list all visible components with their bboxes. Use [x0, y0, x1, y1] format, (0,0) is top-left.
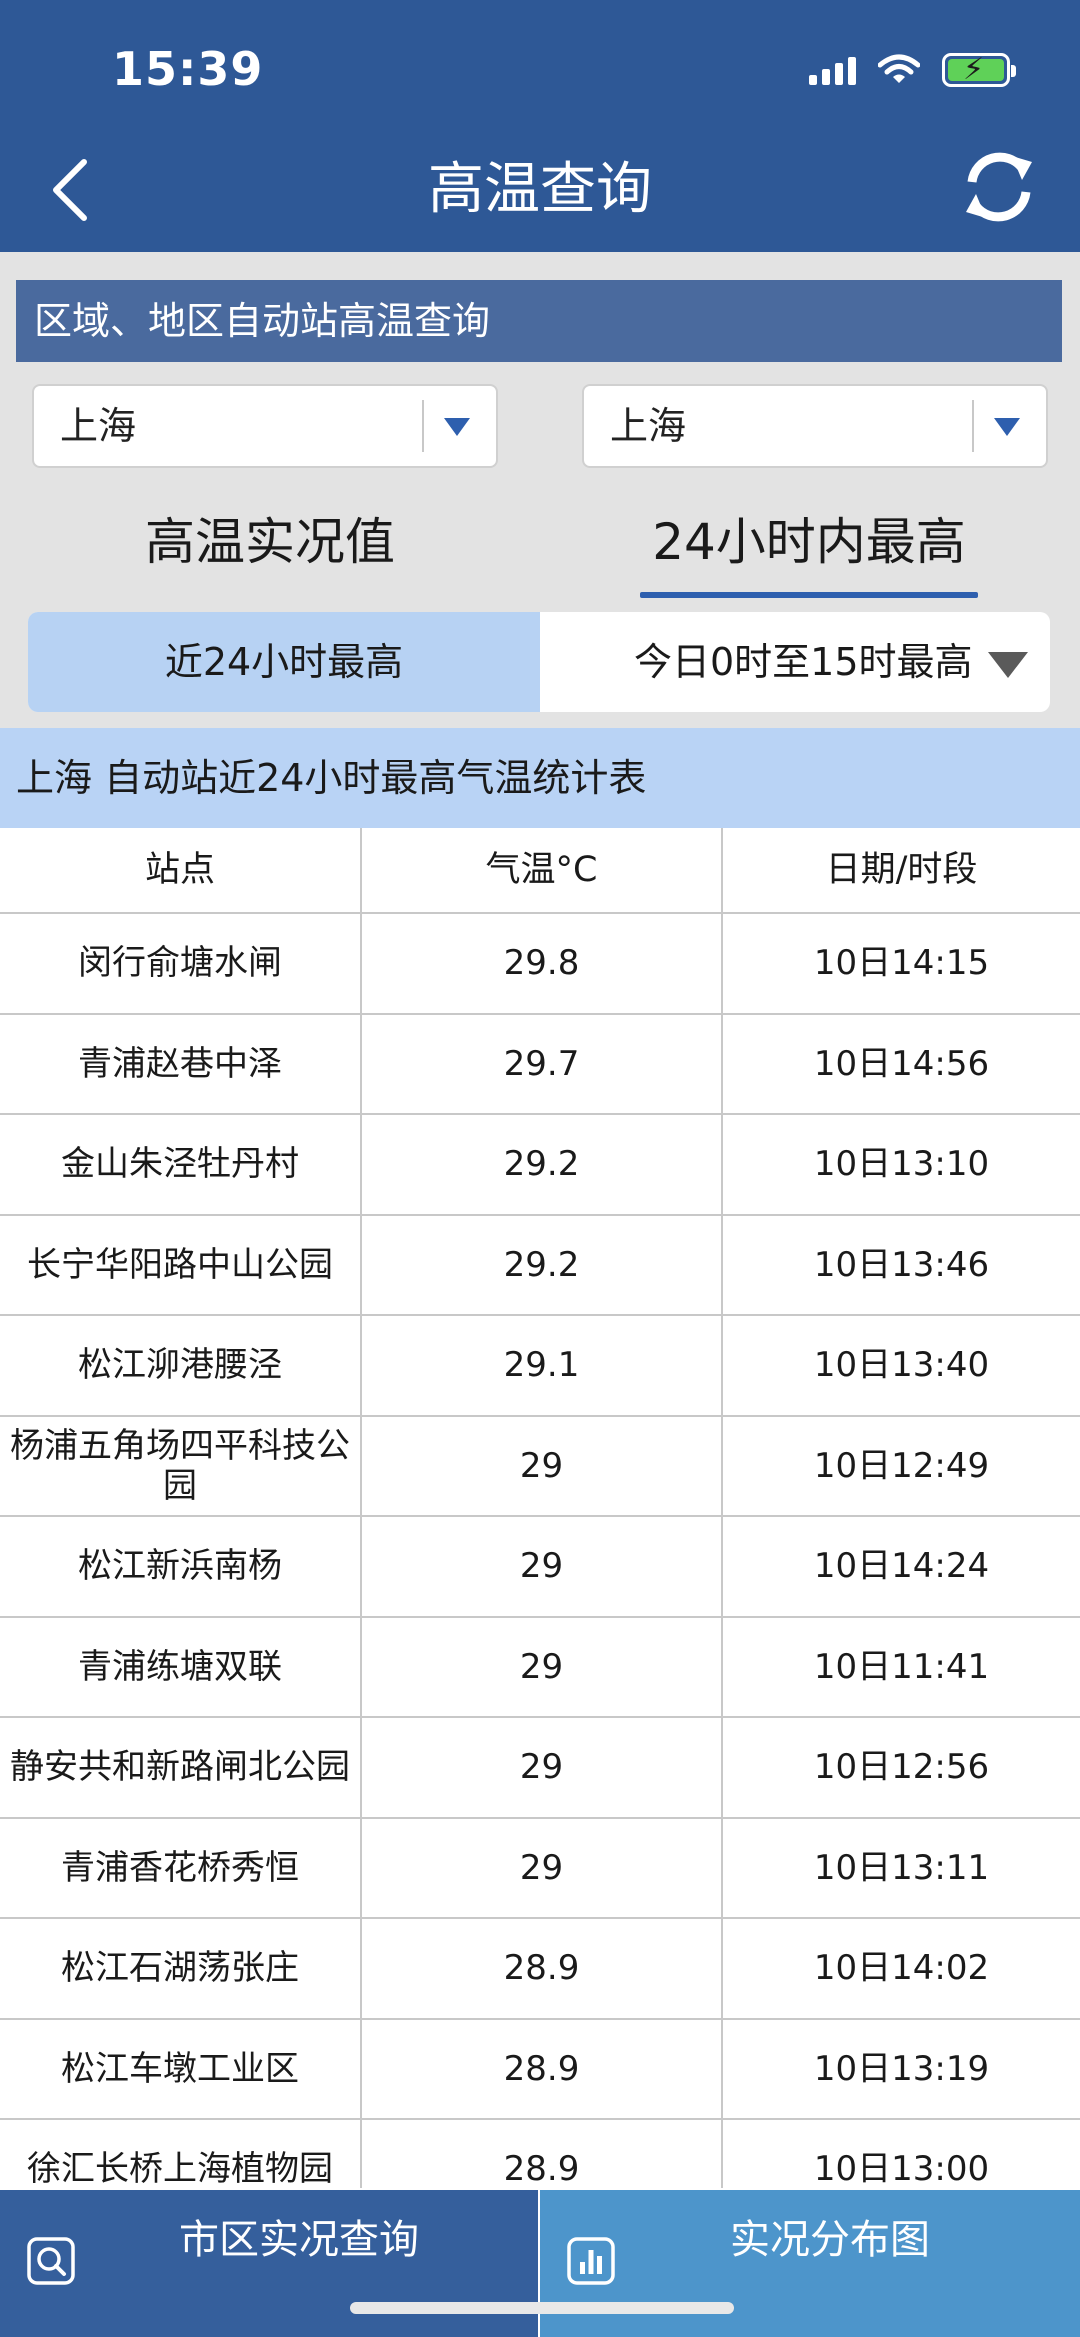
wifi-icon	[878, 54, 920, 83]
table-row[interactable]: 松江新浜南杨 29 10日14:24	[0, 1517, 1080, 1618]
refresh-button[interactable]	[954, 142, 1044, 232]
observation-time: 10日13:19	[813, 2048, 990, 2089]
section-title: 区域、地区自动站高温查询	[16, 280, 1062, 362]
station-name: 松江泖港腰泾	[0, 1316, 362, 1415]
area-select[interactable]: 上海	[582, 384, 1048, 468]
observation-time: 10日13:10	[813, 1144, 990, 1185]
station-name: 青浦练塘双联	[0, 1617, 362, 1716]
segment-today-label: 今日0时至15时最高	[634, 640, 973, 684]
region-select-value: 上海	[60, 404, 137, 448]
temperature-value: 29	[362, 1617, 723, 1716]
observation-time: 10日13:46	[813, 1244, 990, 1285]
page-title: 高温查询	[428, 157, 652, 222]
segment-today[interactable]: 今日0时至15时最高	[540, 612, 1050, 712]
dropdown-arrow-icon	[994, 418, 1020, 436]
bottom-nav: 市区实况查询 实况分布图	[0, 2190, 1080, 2337]
station-name: 杨浦五角场四平科技公园	[0, 1416, 362, 1515]
temperature-value: 29	[362, 1416, 723, 1515]
caret-down-icon	[988, 652, 1028, 678]
observation-time: 10日13:40	[813, 1345, 990, 1386]
active-tab-indicator	[640, 592, 978, 598]
table-row[interactable]: 闵行俞塘水闸 29.8 10日14:15	[0, 914, 1080, 1015]
column-header-station: 站点	[0, 828, 362, 912]
observation-time: 10日14:24	[813, 1546, 990, 1587]
observation-time: 10日12:56	[813, 1747, 990, 1788]
table-row[interactable]: 青浦练塘双联 29 10日11:41	[0, 1617, 1080, 1718]
temperature-value: 29.7	[362, 1014, 723, 1113]
refresh-icon	[966, 152, 1032, 222]
observation-time: 10日12:49	[813, 1445, 990, 1486]
period-segment: 近24小时最高 今日0时至15时最高	[28, 612, 1050, 712]
select-divider	[422, 400, 424, 452]
station-name: 徐汇长桥上海植物园	[0, 2120, 362, 2188]
temperature-value: 29.8	[362, 914, 723, 1013]
cellular-signal-icon	[809, 55, 856, 85]
station-name: 青浦香花桥秀恒	[0, 1818, 362, 1917]
tab-realtime[interactable]: 高温实况值	[70, 492, 470, 592]
station-name: 松江新浜南杨	[0, 1517, 362, 1616]
segment-last-24h[interactable]: 近24小时最高	[28, 612, 540, 712]
dropdown-arrow-icon	[444, 418, 470, 436]
query-panel: 区域、地区自动站高温查询 上海 上海 高温实况值 24小时内最高 近24小时最高…	[0, 252, 1080, 728]
station-name: 青浦赵巷中泽	[0, 1014, 362, 1113]
distribution-map-button[interactable]: 实况分布图	[540, 2190, 1080, 2337]
status-time: 15:39	[112, 42, 264, 96]
table-row[interactable]: 静安共和新路闸北公园 29 10日12:56	[0, 1718, 1080, 1819]
table-title: 上海 自动站近24小时最高气温统计表	[0, 728, 1080, 828]
table-row[interactable]: 徐汇长桥上海植物园 28.9 10日13:00	[0, 2120, 1080, 2188]
temperature-value: 29.2	[362, 1215, 723, 1314]
table-header-row: 站点 气温°C 日期/时段	[0, 828, 1080, 914]
temperature-value: 28.9	[362, 1919, 723, 2018]
station-name: 金山朱泾牡丹村	[0, 1115, 362, 1214]
station-name: 闵行俞塘水闸	[0, 914, 362, 1013]
observation-time: 10日14:15	[813, 943, 990, 984]
column-header-temperature: 气温°C	[362, 828, 723, 912]
temperature-value: 28.9	[362, 2120, 723, 2188]
select-divider	[972, 400, 974, 452]
temperature-value: 29.1	[362, 1316, 723, 1415]
station-name: 静安共和新路闸北公园	[0, 1718, 362, 1817]
table-row[interactable]: 松江石湖荡张庄 28.9 10日14:02	[0, 1919, 1080, 2020]
observation-time: 10日14:56	[813, 1043, 990, 1084]
home-indicator	[350, 2302, 734, 2314]
station-name: 松江车墩工业区	[0, 2019, 362, 2118]
distribution-map-label: 实况分布图	[730, 2217, 930, 2263]
observation-time: 10日13:00	[813, 2149, 990, 2188]
temperature-value: 29	[362, 1517, 723, 1616]
table-row[interactable]: 杨浦五角场四平科技公园 29 10日12:49	[0, 1416, 1080, 1517]
station-table: 站点 气温°C 日期/时段 闵行俞塘水闸 29.8 10日14:15 青浦赵巷中…	[0, 828, 1080, 2188]
area-select-value: 上海	[610, 404, 687, 448]
table-row[interactable]: 青浦香花桥秀恒 29 10日13:11	[0, 1818, 1080, 1919]
city-realtime-query-label: 市区实况查询	[179, 2217, 419, 2263]
table-row[interactable]: 松江泖港腰泾 29.1 10日13:40	[0, 1316, 1080, 1417]
station-name: 长宁华阳路中山公园	[0, 1215, 362, 1314]
table-row[interactable]: 青浦赵巷中泽 29.7 10日14:56	[0, 1014, 1080, 1115]
observation-time: 10日13:11	[813, 1847, 990, 1888]
temperature-value: 29	[362, 1718, 723, 1817]
observation-time: 10日11:41	[813, 1646, 990, 1687]
temperature-value: 29	[362, 1818, 723, 1917]
temperature-value: 28.9	[362, 2019, 723, 2118]
battery-charging-icon: ⚡	[942, 53, 1016, 87]
column-header-datetime: 日期/时段	[825, 850, 978, 890]
app-header: 15:39 ⚡ 高温查询	[0, 0, 1080, 252]
table-row[interactable]: 松江车墩工业区 28.9 10日13:19	[0, 2019, 1080, 2120]
station-name: 松江石湖荡张庄	[0, 1919, 362, 2018]
status-icons: ⚡	[809, 50, 1016, 90]
temperature-value: 29.2	[362, 1115, 723, 1214]
tab-24h-max[interactable]: 24小时内最高	[620, 492, 998, 592]
table-row[interactable]: 长宁华阳路中山公园 29.2 10日13:46	[0, 1215, 1080, 1316]
observation-time: 10日14:02	[813, 1948, 990, 1989]
table-row[interactable]: 金山朱泾牡丹村 29.2 10日13:10	[0, 1115, 1080, 1216]
region-select[interactable]: 上海	[32, 384, 498, 468]
city-realtime-query-button[interactable]: 市区实况查询	[0, 2190, 538, 2337]
